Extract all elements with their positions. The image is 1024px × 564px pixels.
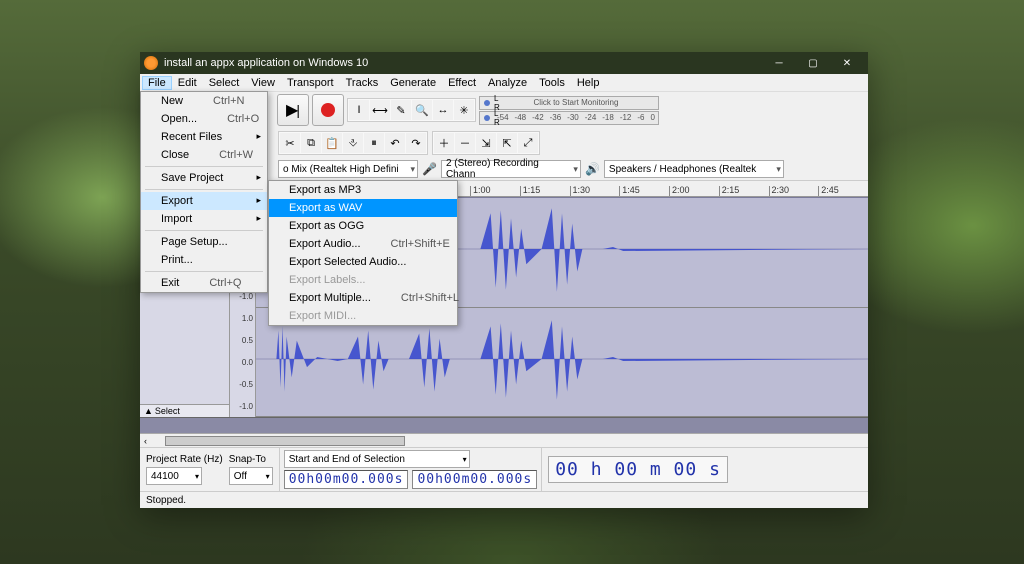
close-button[interactable]: ✕ bbox=[830, 52, 864, 74]
menu-edit[interactable]: Edit bbox=[172, 76, 203, 90]
skip-end-icon: ▶| bbox=[286, 100, 300, 120]
menu-transport[interactable]: Transport bbox=[281, 76, 340, 90]
window-title: install an appx application on Windows 1… bbox=[164, 57, 762, 69]
file-menu-item-11[interactable]: Print... bbox=[141, 251, 267, 269]
zoom-toggle-icon[interactable]: ⤢ bbox=[518, 133, 538, 153]
menu-analyze[interactable]: Analyze bbox=[482, 76, 533, 90]
undo-icon[interactable]: ↶ bbox=[385, 133, 405, 153]
menu-generate[interactable]: Generate bbox=[384, 76, 442, 90]
record-meter-hint: Click to Start Monitoring bbox=[480, 97, 658, 109]
playback-device-select[interactable]: Speakers / Headphones (Realtek bbox=[604, 160, 784, 178]
menu-tracks[interactable]: Tracks bbox=[340, 76, 385, 90]
file-menu-item-0[interactable]: NewCtrl+N bbox=[141, 92, 267, 110]
fit-selection-icon[interactable]: ⇲ bbox=[476, 133, 496, 153]
export-menu-item-0[interactable]: Export as MP3 bbox=[269, 181, 457, 199]
mic-icon: 🎤 bbox=[422, 162, 437, 176]
app-icon bbox=[144, 56, 158, 70]
draw-tool-icon[interactable]: ✎ bbox=[391, 100, 411, 120]
file-menu-item-10[interactable]: Page Setup... bbox=[141, 233, 267, 251]
export-menu-item-7: Export MIDI... bbox=[269, 307, 457, 325]
multi-tool-icon[interactable]: ✳ bbox=[454, 100, 474, 120]
statusbar: Stopped. bbox=[140, 491, 868, 508]
snap-to-select[interactable]: Off bbox=[229, 467, 273, 485]
scrollbar-thumb[interactable] bbox=[165, 436, 405, 446]
export-menu-item-6[interactable]: Export Multiple...Ctrl+Shift+L bbox=[269, 289, 457, 307]
status-text: Stopped. bbox=[146, 495, 186, 506]
selection-mode-select[interactable]: Start and End of Selection bbox=[284, 450, 470, 468]
horizontal-scrollbar[interactable]: ‹ bbox=[140, 433, 868, 447]
cut-icon[interactable]: ✂ bbox=[280, 133, 300, 153]
speaker-icon: 🔊 bbox=[585, 162, 600, 176]
maximize-button[interactable]: ▢ bbox=[796, 52, 830, 74]
zoom-in-icon[interactable]: ＋ bbox=[434, 133, 454, 153]
file-menu-item-3[interactable]: CloseCtrl+W bbox=[141, 146, 267, 164]
track-scroll-area: ‹ bbox=[140, 417, 868, 447]
record-button[interactable] bbox=[312, 94, 344, 126]
envelope-tool-icon[interactable]: ⟷ bbox=[370, 100, 390, 120]
fit-project-icon[interactable]: ⇱ bbox=[497, 133, 517, 153]
menu-file[interactable]: File bbox=[142, 76, 172, 90]
rec-channels-select[interactable]: 2 (Stereo) Recording Chann bbox=[441, 160, 581, 178]
redo-icon[interactable]: ↷ bbox=[406, 133, 426, 153]
file-menu-item-1[interactable]: Open...Ctrl+O bbox=[141, 110, 267, 128]
project-rate-select[interactable]: 44100 bbox=[146, 467, 202, 485]
selection-tool-icon[interactable]: I bbox=[349, 100, 369, 120]
track-select-button[interactable]: ▲ Select bbox=[140, 404, 229, 417]
export-menu-item-1[interactable]: Export as WAV bbox=[269, 199, 457, 217]
playback-meter-ticks: -54-48-42-36-30-24-18-12-60 bbox=[480, 112, 658, 124]
copy-icon[interactable]: ⧉ bbox=[301, 133, 321, 153]
audio-host-select[interactable]: o Mix (Realtek High Defini bbox=[278, 160, 418, 178]
titlebar: install an appx application on Windows 1… bbox=[140, 52, 868, 74]
record-meter[interactable]: LR Click to Start Monitoring bbox=[479, 96, 659, 110]
zoom-tool-icon[interactable]: 🔍 bbox=[412, 100, 432, 120]
export-submenu: Export as MP3Export as WAVExport as OGGE… bbox=[268, 180, 458, 326]
selection-start-time[interactable]: 00h00m00.000s bbox=[284, 470, 409, 489]
file-menu-item-2[interactable]: Recent Files bbox=[141, 128, 267, 146]
edit-tools-group: ✂ ⧉ 📋 ⎀ ⏸ ↶ ↷ bbox=[278, 131, 428, 155]
menu-view[interactable]: View bbox=[245, 76, 281, 90]
export-menu-item-4[interactable]: Export Selected Audio... bbox=[269, 253, 457, 271]
zoom-out-icon[interactable]: － bbox=[455, 133, 475, 153]
menu-help[interactable]: Help bbox=[571, 76, 606, 90]
snap-to-label: Snap-To bbox=[229, 454, 273, 465]
menu-select[interactable]: Select bbox=[203, 76, 246, 90]
skip-end-button[interactable]: ▶| bbox=[277, 94, 309, 126]
export-menu-item-5: Export Labels... bbox=[269, 271, 457, 289]
file-menu-item-8[interactable]: Import bbox=[141, 210, 267, 228]
selection-end-time[interactable]: 00h00m00.000s bbox=[412, 470, 537, 489]
minimize-button[interactable]: ─ bbox=[762, 52, 796, 74]
paste-icon[interactable]: 📋 bbox=[322, 133, 342, 153]
selection-toolbar: Project Rate (Hz) 44100 Snap-To Off Star… bbox=[140, 447, 868, 491]
menubar: File Edit Select View Transport Tracks G… bbox=[140, 74, 868, 92]
zoom-tools-group: ＋ － ⇲ ⇱ ⤢ bbox=[432, 131, 540, 155]
tools-group: I ⟷ ✎ 🔍 ↔ ✳ bbox=[347, 98, 476, 122]
timeshift-tool-icon[interactable]: ↔ bbox=[433, 100, 453, 120]
export-menu-item-2[interactable]: Export as OGG bbox=[269, 217, 457, 235]
project-rate-label: Project Rate (Hz) bbox=[146, 454, 223, 465]
silence-icon[interactable]: ⏸ bbox=[364, 133, 384, 153]
file-menu-dropdown: NewCtrl+NOpen...Ctrl+ORecent FilesCloseC… bbox=[140, 91, 268, 293]
export-menu-item-3[interactable]: Export Audio...Ctrl+Shift+E bbox=[269, 235, 457, 253]
file-menu-item-13[interactable]: ExitCtrl+Q bbox=[141, 274, 267, 292]
audio-position-time[interactable]: 00 h 00 m 00 s bbox=[548, 456, 728, 483]
file-menu-item-7[interactable]: Export bbox=[141, 192, 267, 210]
trim-icon[interactable]: ⎀ bbox=[343, 133, 363, 153]
menu-tools[interactable]: Tools bbox=[533, 76, 571, 90]
file-menu-item-5[interactable]: Save Project bbox=[141, 169, 267, 187]
playback-meter[interactable]: LR -54-48-42-36-30-24-18-12-60 bbox=[479, 111, 659, 125]
menu-effect[interactable]: Effect bbox=[442, 76, 482, 90]
record-icon bbox=[321, 103, 335, 117]
